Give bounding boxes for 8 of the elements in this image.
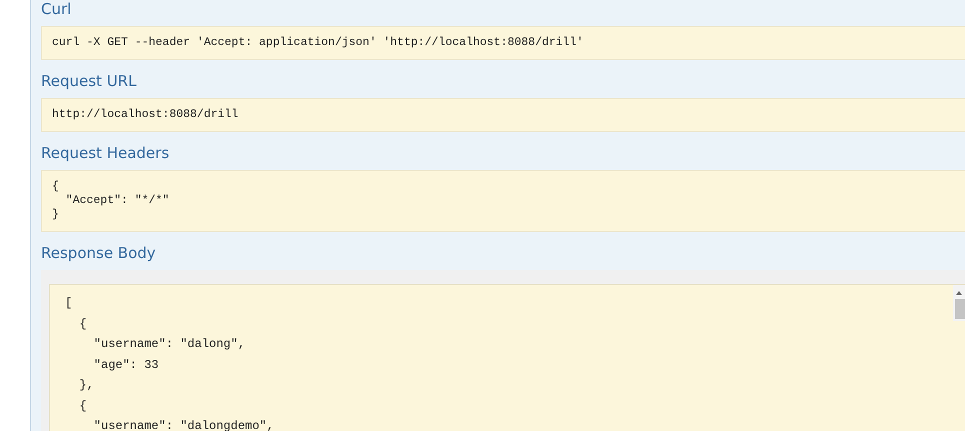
section-heading: Request URL bbox=[41, 71, 138, 92]
scrollbar[interactable] bbox=[953, 285, 965, 321]
section-heading: Response Body bbox=[41, 243, 157, 264]
code-block: http://localhost:8088/drill bbox=[41, 98, 965, 132]
section-heading: Request Headers bbox=[41, 143, 170, 164]
code-block: curl -X GET --header 'Accept: application/json' 'http://localhost:8088/drill' bbox=[41, 26, 965, 60]
section-heading: Curl bbox=[41, 0, 72, 20]
code-block: { "Accept": "*/*" } bbox=[41, 170, 965, 232]
